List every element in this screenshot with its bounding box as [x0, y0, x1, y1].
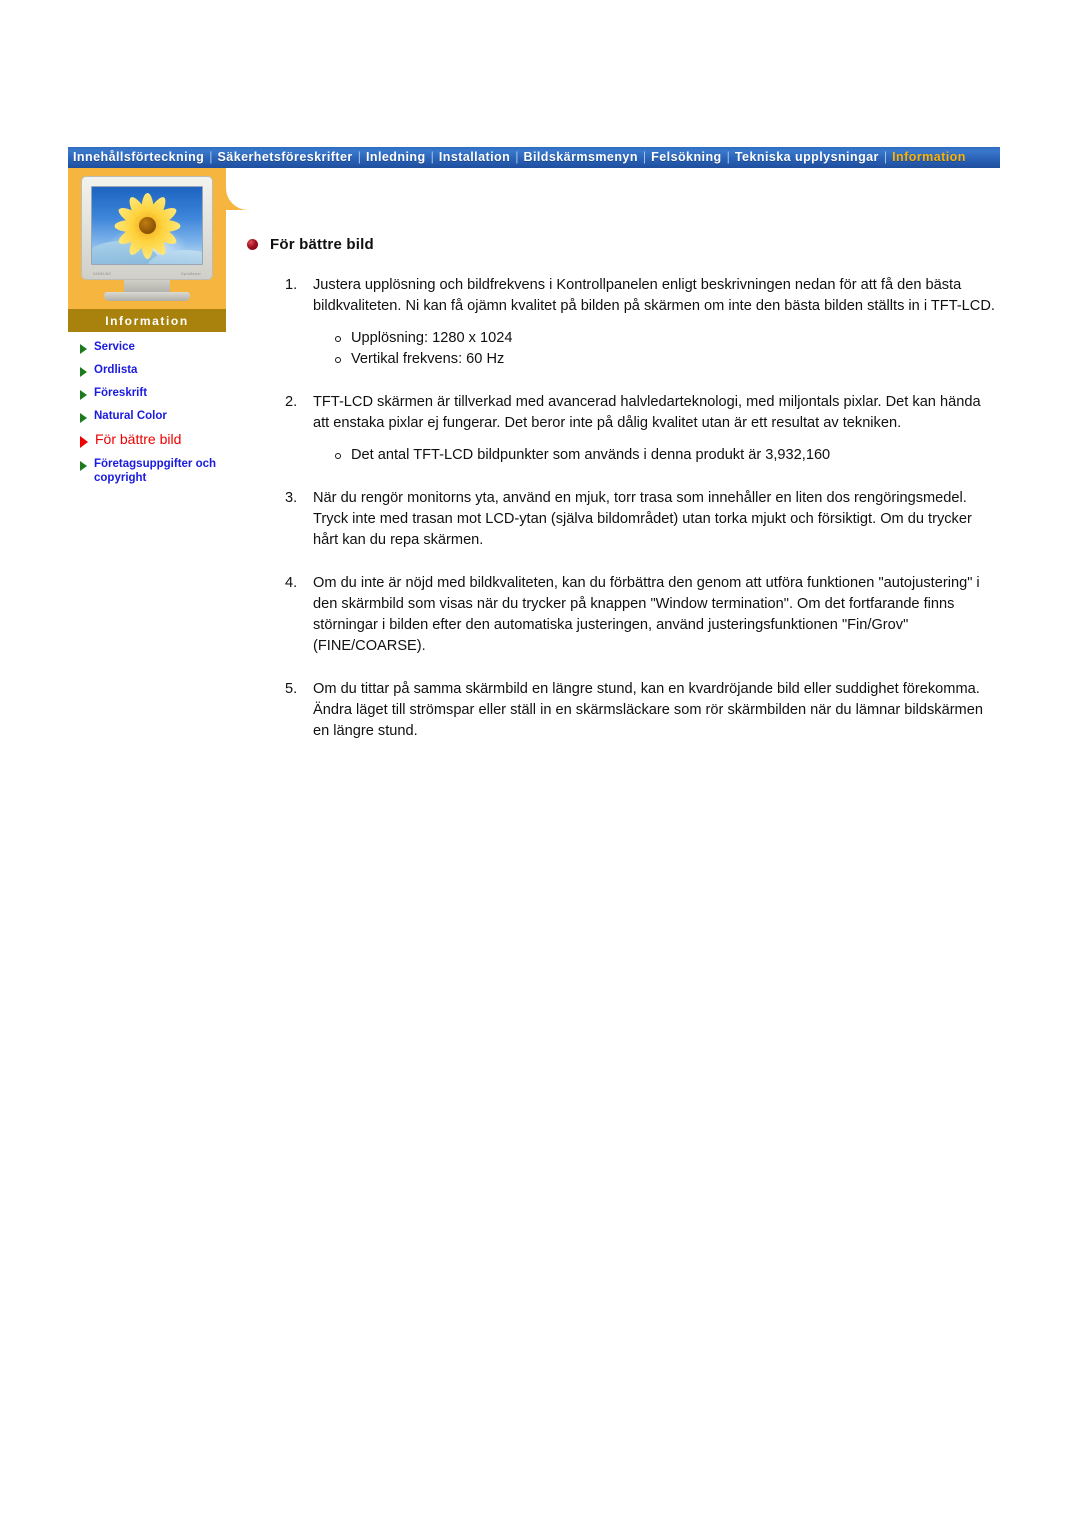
instruction-step: 3. När du rengör monitorns yta, använd en… [247, 488, 997, 551]
nav-item-fels-kning[interactable]: Felsökning [648, 151, 724, 164]
triangle-right-icon [80, 390, 87, 400]
instruction-list: 1. Justera upplösning och bildfrekvens i … [247, 275, 997, 764]
page-title: För bättre bild [270, 236, 374, 253]
sidebar-item-f-retagsuppgifter-och-copyright[interactable]: Företagsuppgifter och copyright [80, 457, 226, 485]
nav-separator: | [357, 150, 361, 165]
page-heading: För bättre bild [247, 236, 997, 253]
monitor-bezel: SAMSUNG SyncMaster [81, 176, 213, 280]
nav-separator: | [430, 150, 434, 165]
top-navigation-bar: Innehållsförteckning | Säkerhetsföreskrift… [68, 147, 1000, 168]
instruction-step: 2. TFT-LCD skärmen är tillverkad med avan… [247, 392, 997, 466]
sidebar-item-f-reskrift[interactable]: Föreskrift [80, 386, 226, 400]
step-spacer [247, 742, 997, 764]
nav-separator: | [642, 150, 647, 165]
monitor-brand-left: SAMSUNG [93, 271, 112, 276]
nav-item-installation[interactable]: Installation [436, 151, 513, 164]
sidebar-orange-panel: SAMSUNG SyncMaster Information [68, 168, 248, 332]
triangle-right-icon [80, 413, 87, 423]
sidebar-item-label: För bättre bild [95, 431, 182, 447]
sidebar-item-label: Ordlista [94, 364, 138, 376]
sidebar-item-label: Föreskrift [94, 387, 148, 399]
nav-separator: | [883, 150, 888, 165]
instruction-step: 1. Justera upplösning och bildfrekvens i … [247, 275, 997, 370]
triangle-right-icon [80, 344, 87, 354]
step-spacer [247, 551, 997, 573]
sidebar-item-natural-color[interactable]: Natural Color [80, 409, 226, 423]
sidebar-item-label: Service [94, 341, 135, 353]
sidebar-item-f-r-b-ttre-bild[interactable]: För bättre bild [80, 432, 226, 448]
step-sublist: Det antal TFT-LCD bildpunkter som använd… [313, 445, 997, 466]
step-sublist: Upplösning: 1280 x 1024 Vertikal frekvens… [313, 328, 997, 370]
step-spacer [247, 466, 997, 488]
nav-separator: | [209, 150, 213, 165]
triangle-right-icon [80, 367, 87, 377]
sunflower-center [138, 217, 156, 234]
monitor-neck [124, 280, 170, 292]
nav-item-bildsk-rmsmenyn[interactable]: Bildskärmsmenyn [520, 151, 640, 164]
step-number: 4. [285, 575, 298, 591]
step-number: 1. [285, 277, 298, 293]
nav-item-inneh-llsf-rteckning[interactable]: Innehållsförteckning [70, 151, 207, 164]
heading-bullet-icon [247, 239, 258, 250]
step-number: 2. [285, 394, 298, 410]
step-sub-item: Det antal TFT-LCD bildpunkter som använd… [334, 445, 997, 466]
step-sub-item: Upplösning: 1280 x 1024 [334, 328, 997, 349]
step-text: Om du tittar på samma skärmbild en längr… [313, 681, 983, 739]
step-sub-item: Vertikal frekvens: 60 Hz [334, 349, 997, 370]
nav-item-tekniska-upplysningar[interactable]: Tekniska upplysningar [732, 151, 882, 164]
sidebar-item-label: Företagsuppgifter och copyright [94, 458, 217, 484]
sidebar-item-label: Natural Color [94, 410, 167, 422]
nav-separator: | [726, 150, 730, 165]
triangle-right-icon [80, 436, 88, 448]
sidebar-section-title: Information [68, 309, 226, 332]
nav-item-s-kerhetsf-reskrifter[interactable]: Säkerhetsföreskrifter [215, 151, 356, 164]
main-content: För bättre bild 1. Justera upplösning och… [247, 236, 997, 764]
monitor-base [104, 292, 190, 301]
step-text: Justera upplösning och bildfrekvens i Ko… [313, 277, 995, 314]
sidebar-item-service[interactable]: Service [80, 340, 226, 354]
step-number: 5. [285, 681, 298, 697]
monitor-brand-right: SyncMaster [181, 271, 201, 276]
nav-item-inledning[interactable]: Inledning [363, 151, 429, 164]
step-text: När du rengör monitorns yta, använd en m… [313, 490, 972, 548]
monitor-screen [91, 186, 203, 265]
sidebar: SAMSUNG SyncMaster Information Service Or… [68, 168, 248, 494]
sidebar-menu: Service Ordlista Föreskrift Natural Color Fö… [68, 340, 226, 485]
instruction-step: 4. Om du inte är nöjd med bildkvaliteten,… [247, 573, 997, 657]
nav-separator: | [515, 150, 519, 165]
step-text: Om du inte är nöjd med bildkvaliteten, k… [313, 575, 980, 654]
monitor-illustration: SAMSUNG SyncMaster [81, 176, 213, 301]
sunflower-icon [112, 191, 182, 261]
triangle-right-icon [80, 461, 87, 471]
nav-item-information[interactable]: Information [889, 151, 969, 164]
step-text: TFT-LCD skärmen är tillverkad med avance… [313, 394, 981, 431]
sidebar-item-ordlista[interactable]: Ordlista [80, 363, 226, 377]
instruction-step: 5. Om du tittar på samma skärmbild en län… [247, 679, 997, 742]
sidebar-panel-notch [226, 168, 248, 210]
heading-spacer [247, 253, 997, 275]
step-spacer [247, 370, 997, 392]
step-number: 3. [285, 490, 298, 506]
step-spacer [247, 657, 997, 679]
